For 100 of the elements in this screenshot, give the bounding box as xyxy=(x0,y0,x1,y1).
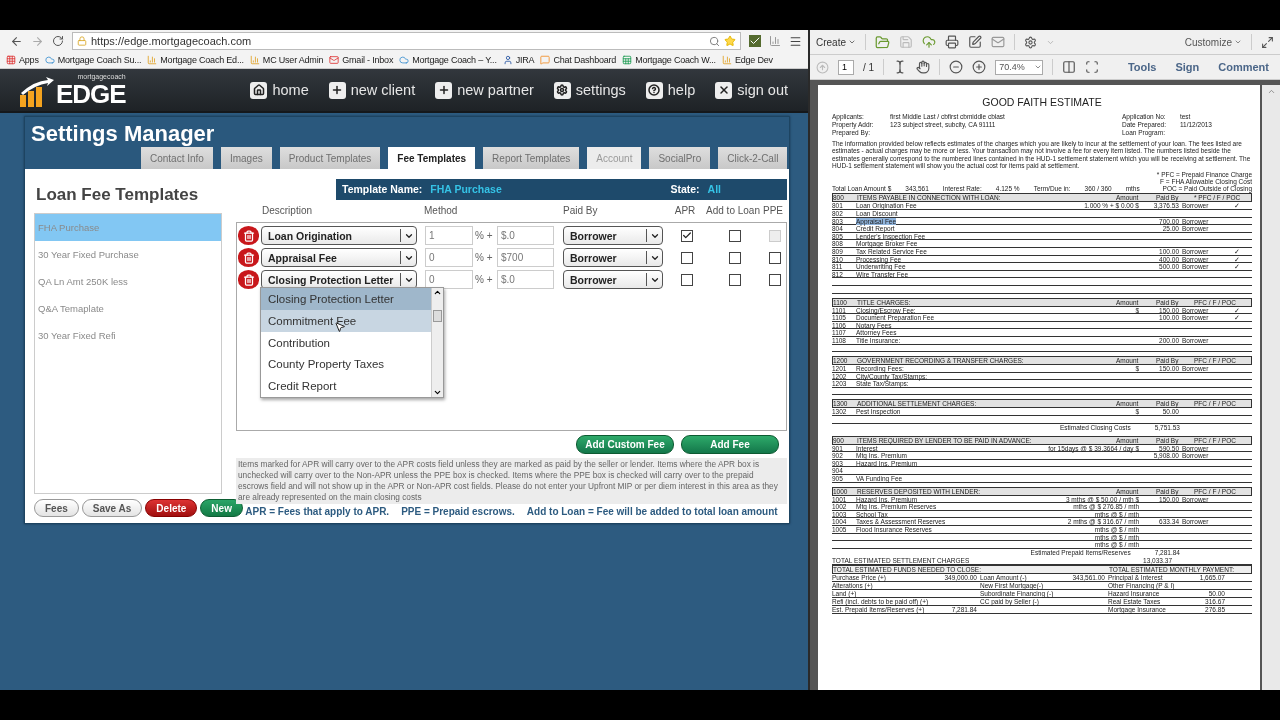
nav-link[interactable]: sign out xyxy=(715,81,788,99)
tab[interactable]: Images xyxy=(220,147,272,169)
new-button[interactable]: New xyxy=(200,499,243,517)
dropdown-option[interactable]: Commitment Fee xyxy=(261,309,431,332)
bookmark[interactable]: Gmail - Inbox xyxy=(329,55,394,65)
delete-fee-button[interactable] xyxy=(238,226,259,246)
scroll-thumb[interactable] xyxy=(433,310,442,323)
tab[interactable]: Product Templates xyxy=(279,147,381,169)
bookmark[interactable]: Apps xyxy=(6,55,39,65)
address-field[interactable]: https://edge.mortgagecoach.com xyxy=(72,32,741,50)
action-button[interactable]: Fees xyxy=(34,499,79,517)
tab[interactable]: Report Templates xyxy=(483,147,580,169)
fit-width-icon[interactable] xyxy=(1085,60,1100,74)
menu-icon[interactable] xyxy=(789,34,802,48)
checkbox[interactable] xyxy=(729,251,741,264)
paid-by-select[interactable]: Borrower xyxy=(563,270,663,290)
delete-button[interactable]: Delete xyxy=(145,499,198,517)
back-icon[interactable] xyxy=(10,34,23,48)
zoom-field[interactable]: 70.4% xyxy=(995,59,1044,75)
expand-icon[interactable] xyxy=(1261,35,1274,49)
bookmark[interactable]: Mortgage Coach – Y... xyxy=(399,55,497,65)
chart-icon xyxy=(147,55,158,65)
checkbox[interactable] xyxy=(681,229,693,242)
checkbox[interactable] xyxy=(729,273,741,286)
extension-icon[interactable] xyxy=(769,35,781,47)
paid-by-select[interactable]: Borrower xyxy=(563,226,663,246)
tab[interactable]: Fee Templates xyxy=(388,147,476,169)
tab[interactable]: Click-2-Call xyxy=(718,147,788,169)
add-button[interactable]: Add Custom Fee xyxy=(576,435,674,454)
template-item[interactable]: 30 Year Fixed Purchase xyxy=(35,241,221,268)
section-title: Loan Fee Templates xyxy=(36,185,200,205)
scrollbar[interactable] xyxy=(431,288,443,398)
create-menu[interactable]: Create xyxy=(816,36,856,48)
amount-field[interactable]: $700 xyxy=(497,248,554,268)
apps-icon xyxy=(6,55,16,65)
extension-icon[interactable] xyxy=(749,35,761,47)
checkbox[interactable] xyxy=(681,251,693,264)
pane-link[interactable]: Sign xyxy=(1170,61,1205,73)
checkbox[interactable] xyxy=(769,273,781,286)
hand-icon[interactable] xyxy=(916,60,931,74)
zoom-in-icon[interactable] xyxy=(972,60,987,74)
pane-link[interactable]: Comment xyxy=(1213,61,1274,73)
amount-field[interactable]: $.0 xyxy=(497,270,554,290)
delete-fee-button[interactable] xyxy=(238,248,259,268)
checkbox[interactable] xyxy=(729,229,741,242)
nav-link[interactable]: settings xyxy=(553,81,626,99)
zoom-out-icon[interactable] xyxy=(949,60,964,74)
trash-icon xyxy=(242,251,255,264)
nav-link[interactable]: new client xyxy=(328,81,416,99)
column-header: Method xyxy=(423,205,458,217)
add-button[interactable]: Add Fee xyxy=(681,435,779,454)
settings-icon[interactable] xyxy=(1024,35,1037,49)
tab[interactable]: SocialPro xyxy=(649,147,711,169)
paid-by-select[interactable]: Borrower xyxy=(563,248,663,268)
bookmark[interactable]: Chat Dashboard xyxy=(540,55,617,65)
percent-field[interactable]: 0 xyxy=(425,248,473,268)
nav-link[interactable]: new partner xyxy=(435,81,534,99)
template-item[interactable]: 30 Year Fixed Refi xyxy=(35,322,221,349)
zoom-icon[interactable] xyxy=(709,35,720,47)
column-header: Description xyxy=(261,205,313,217)
scrollbar[interactable] xyxy=(1262,85,1280,690)
fit-page-icon[interactable] xyxy=(1062,60,1077,74)
percent-field[interactable]: 1 xyxy=(425,226,473,246)
action-button[interactable]: Save As xyxy=(81,499,143,517)
bookmark[interactable]: Mortgage Coach Ed... xyxy=(147,55,244,65)
page-field[interactable]: 1 xyxy=(838,59,854,75)
pane-link[interactable]: Tools xyxy=(1122,61,1162,73)
print-icon[interactable] xyxy=(945,35,959,49)
edit-icon[interactable] xyxy=(968,35,982,49)
customize-menu[interactable]: Customize xyxy=(1184,36,1242,48)
bookmark[interactable]: Mortgage Coach Su... xyxy=(44,55,142,65)
template-name: FHA Purchase xyxy=(430,183,502,196)
template-item[interactable]: Q&A Temaplate xyxy=(35,295,221,322)
bookmark[interactable]: Edge Dev xyxy=(721,55,773,65)
bookmark[interactable]: JIRA xyxy=(502,55,535,65)
caret-icon xyxy=(1034,63,1043,71)
bookmark[interactable]: Mortgage Coach W... xyxy=(622,55,716,65)
fee-select[interactable]: Loan Origination xyxy=(261,226,417,246)
tab[interactable]: Contact Info xyxy=(141,147,213,169)
checkbox[interactable] xyxy=(769,251,781,264)
nav-link[interactable]: home xyxy=(250,81,309,99)
checkbox[interactable] xyxy=(681,273,693,286)
legend-text: Add to Loan = Fee will be added to total loan amount xyxy=(526,506,778,517)
upload-icon[interactable] xyxy=(922,35,936,49)
reload-icon[interactable] xyxy=(52,35,64,47)
percent-field[interactable]: 0 xyxy=(425,270,473,290)
home-icon xyxy=(252,84,265,96)
dropdown-option[interactable]: Credit Report xyxy=(261,375,431,397)
bookmark[interactable]: MC User Admin xyxy=(249,55,324,65)
trash-icon xyxy=(242,229,255,242)
folder-icon[interactable] xyxy=(875,34,890,50)
delete-fee-button[interactable] xyxy=(238,270,259,290)
close-icon xyxy=(717,84,730,96)
dropdown-option[interactable]: Closing Protection Letter xyxy=(261,288,431,310)
amount-field[interactable]: $.0 xyxy=(497,226,554,246)
nav-link[interactable]: help xyxy=(645,81,696,99)
star-icon[interactable] xyxy=(724,35,736,47)
template-item[interactable]: QA Ln Amt 250K less xyxy=(35,268,221,295)
spreadsheet-icon xyxy=(622,55,633,65)
fee-select[interactable]: Appraisal Fee xyxy=(261,248,417,268)
